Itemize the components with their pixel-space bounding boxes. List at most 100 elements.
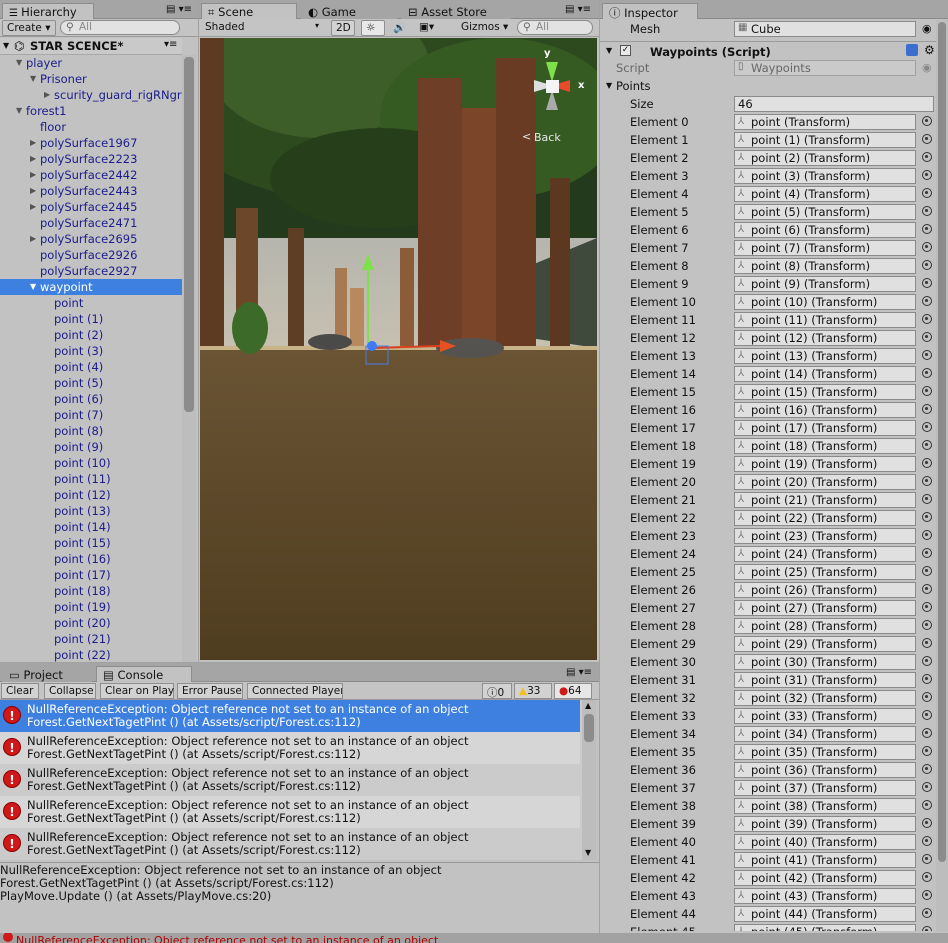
hierarchy-item[interactable]: polySurface2471 [0, 215, 182, 231]
transform-object-field[interactable]: ⅄ point (25) (Transform) [734, 564, 916, 580]
transform-object-field[interactable]: ⅄ point (33) (Transform) [734, 708, 916, 724]
transform-object-field[interactable]: ⅄ point (45) (Transform) [734, 924, 916, 931]
hierarchy-item[interactable]: point (22) [0, 647, 182, 662]
hierarchy-item[interactable]: point [0, 295, 182, 311]
console-log-entry[interactable]: ! NullReferenceException: Object referenc… [0, 796, 580, 828]
object-picker-icon[interactable] [922, 656, 932, 666]
mesh-field[interactable]: ▦ Cube [734, 21, 916, 37]
hierarchy-item[interactable]: point (2) [0, 327, 182, 343]
foldout-arrow-icon[interactable]: ▼ [606, 81, 612, 90]
transform-object-field[interactable]: ⅄ point (31) (Transform) [734, 672, 916, 688]
scene-search-input[interactable]: ⚲ All [517, 20, 593, 35]
transform-object-field[interactable]: ⅄ point (4) (Transform) [734, 186, 916, 202]
object-picker-icon[interactable] [922, 332, 932, 342]
object-picker-icon[interactable] [922, 512, 932, 522]
transform-object-field[interactable]: ⅄ point (26) (Transform) [734, 582, 916, 598]
scene-menu-icon[interactable]: ▾≡ [164, 39, 177, 50]
object-picker-icon[interactable] [922, 710, 932, 720]
hierarchy-item[interactable]: ▶ polySurface2695 [0, 231, 182, 247]
transform-object-field[interactable]: ⅄ point (15) (Transform) [734, 384, 916, 400]
hierarchy-item[interactable]: ▶ polySurface2443 [0, 183, 182, 199]
connected-player-dropdown[interactable]: Connected Player ▾ [247, 683, 343, 699]
clear-on-play-button[interactable]: Clear on Play [100, 683, 174, 699]
transform-object-field[interactable]: ⅄ point (7) (Transform) [734, 240, 916, 256]
transform-object-field[interactable]: ⅄ point (30) (Transform) [734, 654, 916, 670]
hierarchy-item[interactable]: point (21) [0, 631, 182, 647]
object-picker-icon[interactable] [922, 260, 932, 270]
object-picker-icon[interactable] [922, 800, 932, 810]
object-picker-icon[interactable] [922, 908, 932, 918]
object-picker-icon[interactable] [922, 530, 932, 540]
transform-object-field[interactable]: ⅄ point (27) (Transform) [734, 600, 916, 616]
transform-object-field[interactable]: ⅄ point (11) (Transform) [734, 312, 916, 328]
console-scrollbar[interactable]: ▲ ▼ [582, 700, 596, 860]
transform-object-field[interactable]: ⅄ point (44) (Transform) [734, 906, 916, 922]
object-picker-icon[interactable] [922, 890, 932, 900]
hierarchy-item[interactable]: ▶ polySurface2442 [0, 167, 182, 183]
hierarchy-scrollbar-thumb[interactable] [184, 57, 194, 412]
object-picker-icon[interactable] [922, 314, 932, 324]
transform-object-field[interactable]: ⅄ point (36) (Transform) [734, 762, 916, 778]
object-picker-icon[interactable] [922, 728, 932, 738]
component-enabled-checkbox[interactable]: ✓ [620, 45, 631, 56]
transform-object-field[interactable]: ⅄ point (14) (Transform) [734, 366, 916, 382]
object-picker-icon[interactable] [922, 818, 932, 828]
expand-arrow-right-icon[interactable]: ▶ [30, 170, 36, 179]
transform-object-field[interactable]: ⅄ point (16) (Transform) [734, 402, 916, 418]
transform-object-field[interactable]: ⅄ point (42) (Transform) [734, 870, 916, 886]
transform-object-field[interactable]: ⅄ point (1) (Transform) [734, 132, 916, 148]
hierarchy-item[interactable]: point (1) [0, 311, 182, 327]
expand-arrow-right-icon[interactable]: ▶ [30, 234, 36, 243]
transform-object-field[interactable]: ⅄ point (40) (Transform) [734, 834, 916, 850]
expand-arrow-icon[interactable]: ▼ [3, 41, 9, 50]
transform-object-field[interactable]: ⅄ point (43) (Transform) [734, 888, 916, 904]
hierarchy-item[interactable]: point (18) [0, 583, 182, 599]
transform-object-field[interactable]: ⅄ point (38) (Transform) [734, 798, 916, 814]
object-picker-icon[interactable] [922, 494, 932, 504]
console-log-entry[interactable]: ! NullReferenceException: Object referenc… [0, 764, 580, 796]
transform-object-field[interactable]: ⅄ point (39) (Transform) [734, 816, 916, 832]
size-input[interactable]: 46 [734, 96, 934, 112]
hierarchy-item[interactable]: point (14) [0, 519, 182, 535]
object-picker-icon[interactable] [922, 566, 932, 576]
object-picker-icon[interactable] [922, 764, 932, 774]
hierarchy-item[interactable]: point (15) [0, 535, 182, 551]
transform-object-field[interactable]: ⅄ point (28) (Transform) [734, 618, 916, 634]
points-foldout[interactable]: ▼ Points [600, 77, 948, 95]
hierarchy-item[interactable]: point (8) [0, 423, 182, 439]
warning-filter-button[interactable]: ▲33 [514, 683, 552, 699]
hierarchy-item[interactable]: ▶ polySurface2445 [0, 199, 182, 215]
transform-object-field[interactable]: ⅄ point (2) (Transform) [734, 150, 916, 166]
info-filter-button[interactable]: ⓘ0 [482, 683, 512, 699]
console-scrollbar-thumb[interactable] [584, 714, 594, 742]
object-picker-icon[interactable] [922, 368, 932, 378]
scene-viewport[interactable]: y x < Back [200, 38, 597, 660]
hierarchy-item[interactable]: point (4) [0, 359, 182, 375]
object-picker-icon[interactable] [922, 620, 932, 630]
view-gizmo[interactable]: y x [514, 48, 590, 124]
component-header[interactable]: ▼ ✓ Waypoints (Script) ⚙ [600, 41, 948, 61]
object-picker-icon[interactable] [922, 692, 932, 702]
tab-inspector[interactable]: ⓘ Inspector [602, 3, 698, 20]
panel-menu-icon[interactable]: ▤ ▾≡ [166, 4, 192, 15]
gear-icon[interactable]: ⚙ [924, 43, 935, 57]
transform-object-field[interactable]: ⅄ point (3) (Transform) [734, 168, 916, 184]
transform-object-field[interactable]: ⅄ point (13) (Transform) [734, 348, 916, 364]
object-picker-icon[interactable] [922, 116, 932, 126]
transform-object-field[interactable]: ⅄ point (9) (Transform) [734, 276, 916, 292]
transform-object-field[interactable]: ⅄ point (12) (Transform) [734, 330, 916, 346]
hierarchy-item[interactable]: polySurface2927 [0, 263, 182, 279]
toggle-2d-button[interactable]: 2D [331, 20, 355, 36]
tab-asset-store[interactable]: ⊟ Asset Store [401, 3, 511, 19]
object-picker-icon[interactable] [922, 242, 932, 252]
transform-object-field[interactable]: ⅄ point (17) (Transform) [734, 420, 916, 436]
object-picker-icon[interactable] [922, 422, 932, 432]
hierarchy-search-input[interactable]: ⚲ All [60, 20, 180, 35]
error-pause-button[interactable]: Error Pause [177, 683, 243, 699]
hierarchy-item[interactable]: point (7) [0, 407, 182, 423]
transform-object-field[interactable]: ⅄ point (20) (Transform) [734, 474, 916, 490]
hierarchy-item[interactable]: ▶ scurity_guard_rigRNgr [0, 87, 182, 103]
object-picker-icon[interactable] [922, 152, 932, 162]
scene-header-row[interactable]: ▼ ⌬ STAR SCENCE* ▾≡ [0, 38, 182, 55]
hierarchy-item[interactable]: point (3) [0, 343, 182, 359]
